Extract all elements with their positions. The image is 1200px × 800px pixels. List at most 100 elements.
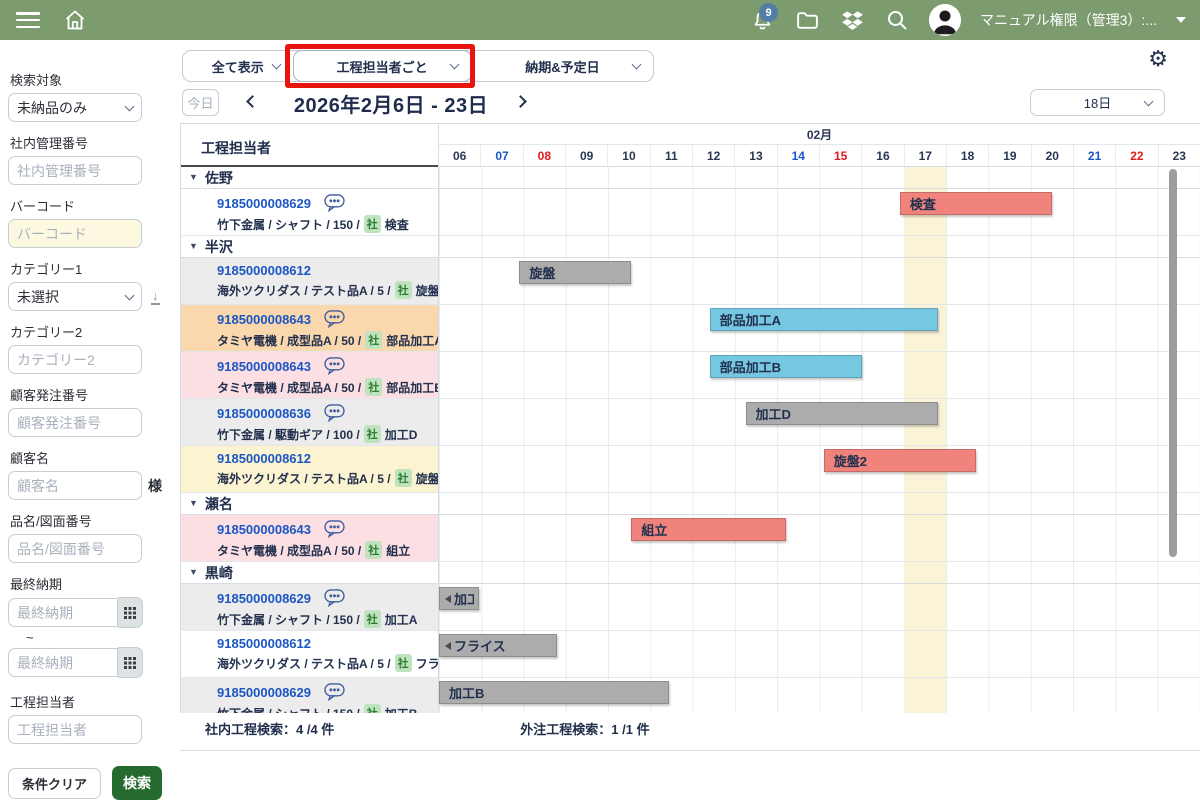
process-row[interactable]: 9185000008612 海外ツクリダス / テスト品A / 5 /社旋盤	[181, 258, 438, 305]
order-number-link[interactable]: 9185000008612	[217, 636, 311, 651]
order-number-link[interactable]: 9185000008612	[217, 451, 311, 466]
internal-process-count: 社内工程検索：4 /4 件	[205, 719, 334, 738]
expand-down-icon[interactable]: ↓	[151, 289, 160, 305]
process-row[interactable]: 9185000008643 タミヤ電機 / 成型品A / 50 /社部品加工A	[181, 305, 438, 352]
gantt-bar[interactable]: 検査	[900, 192, 1052, 215]
customer-name-input[interactable]	[8, 471, 142, 500]
day-cell: 13	[734, 145, 776, 166]
item-name-input[interactable]	[8, 534, 142, 563]
bar-label: 部品加工B	[720, 357, 781, 376]
group-row-sano[interactable]: ▼ 佐野	[181, 167, 438, 189]
dropbox-icon[interactable]	[839, 7, 865, 33]
process-row[interactable]: 9185000008629 竹下金属 / シャフト / 150 /社加工A	[181, 584, 438, 631]
collapse-triangle-icon: ▼	[189, 173, 198, 182]
chevron-down-icon	[449, 60, 459, 70]
collapse-triangle-icon: ▼	[189, 499, 198, 508]
settings-gear-icon[interactable]: ⚙	[1148, 48, 1168, 70]
process-row[interactable]: 9185000008636 竹下金属 / 駆動ギア / 100 /社加工D	[181, 399, 438, 446]
group-row-sena[interactable]: ▼ 瀬名	[181, 493, 438, 515]
chart-row: 部品加工A	[439, 305, 1200, 352]
topbar: 9 マニュアル権限（管理3）:...	[0, 0, 1200, 40]
final-due-to-input[interactable]	[8, 648, 118, 677]
order-number-link[interactable]: 9185000008643	[217, 522, 311, 537]
display-filter-select[interactable]: 全て表示	[183, 51, 293, 81]
comment-icon[interactable]	[324, 589, 345, 607]
comment-icon[interactable]	[324, 683, 345, 701]
category1-label: カテゴリー1	[10, 259, 172, 278]
bar-clip-arrow	[445, 595, 451, 603]
gantt-bar[interactable]: 加工D	[746, 402, 938, 425]
process-row[interactable]: 9185000008643 タミヤ電機 / 成型品A / 50 /社組立	[181, 515, 438, 562]
notifications-bell-icon[interactable]: 9	[749, 7, 775, 33]
calendar-picker-button[interactable]	[118, 597, 143, 628]
period-span-select[interactable]: 18日	[1030, 89, 1165, 116]
comment-icon[interactable]	[324, 194, 345, 212]
category1-select[interactable]: 未選択	[8, 282, 142, 311]
gantt-bar[interactable]: 部品加工A	[710, 308, 938, 331]
process-row[interactable]: 9185000008629 竹下金属 / シャフト / 150 /社検査	[181, 189, 438, 236]
process-row[interactable]: 9185000008612 海外ツクリダス / テスト品A / 5 /社フライス	[181, 631, 438, 678]
comment-icon[interactable]	[324, 520, 345, 538]
day-cell: 15	[819, 145, 861, 166]
customer-suffix-label: 様	[148, 476, 162, 496]
today-button[interactable]: 今日	[182, 89, 219, 116]
process-staff-input[interactable]	[8, 715, 142, 744]
gantt-bar[interactable]: 部品加工B	[710, 355, 862, 378]
process-row[interactable]: 9185000008629 竹下金属 / シャフト / 150 /社加工B	[181, 678, 438, 713]
prev-period-icon[interactable]	[246, 95, 259, 108]
process-row[interactable]: 9185000008612 海外ツクリダス / テスト品A / 5 /社旋盤2	[181, 446, 438, 493]
search-button[interactable]: 検索	[112, 766, 162, 800]
search-target-select[interactable]: 未納品のみ	[8, 93, 142, 122]
chart-row: 加工A	[439, 584, 1200, 631]
process-row[interactable]: 9185000008643 タミヤ電機 / 成型品A / 50 /社部品加工B	[181, 352, 438, 399]
horizontal-scrollbar-track[interactable]	[0, 750, 1200, 751]
gantt-bar[interactable]: 加工A	[439, 587, 479, 610]
final-due-from-input[interactable]	[8, 598, 118, 627]
calendar-picker-button[interactable]	[118, 647, 143, 678]
vertical-scrollbar[interactable]	[1169, 169, 1177, 557]
user-avatar[interactable]	[929, 4, 961, 36]
order-number-link[interactable]: 9185000008643	[217, 359, 311, 374]
order-number-link[interactable]: 9185000008629	[217, 685, 311, 700]
month-header: 02月	[439, 124, 1200, 145]
notification-count-badge: 9	[759, 3, 778, 22]
internal-badge: 社	[364, 704, 381, 713]
next-period-icon[interactable]	[514, 95, 527, 108]
user-permission-label[interactable]: マニュアル権限（管理3）:...	[980, 10, 1157, 30]
barcode-input[interactable]	[8, 219, 142, 248]
gantt-bar[interactable]: 旋盤2	[824, 449, 976, 472]
clear-conditions-button[interactable]: 条件クリア	[8, 768, 101, 799]
folder-icon[interactable]	[794, 7, 820, 33]
comment-icon[interactable]	[324, 310, 345, 328]
day-cell: 23	[1158, 145, 1200, 166]
user-menu-caret-icon[interactable]	[1176, 17, 1186, 23]
group-row-kurosaki[interactable]: ▼ 黒崎	[181, 562, 438, 584]
internal-badge: 社	[395, 654, 412, 672]
comment-icon[interactable]	[324, 357, 345, 375]
customer-order-no-input[interactable]	[8, 408, 142, 437]
category2-input[interactable]	[8, 345, 142, 374]
internal-badge: 社	[364, 425, 381, 443]
order-number-link[interactable]: 9185000008636	[217, 406, 311, 421]
comment-icon[interactable]	[324, 404, 345, 422]
internal-no-input[interactable]	[8, 156, 142, 185]
gantt-bar[interactable]: フライス	[439, 634, 557, 657]
grouping-filter-select[interactable]: 工程担当者ごと	[293, 50, 472, 82]
search-icon[interactable]	[884, 7, 910, 33]
gantt-timeline-panel: 02月 06 07 08 09 10 11 12 13 14 15 16 17 …	[439, 124, 1200, 713]
category2-label: カテゴリー2	[10, 322, 172, 341]
order-number-link[interactable]: 9185000008629	[217, 591, 311, 606]
internal-badge: 社	[365, 331, 382, 349]
order-number-link[interactable]: 9185000008643	[217, 312, 311, 327]
menu-icon[interactable]	[16, 12, 40, 28]
day-cell: 18	[946, 145, 988, 166]
gantt-bar[interactable]: 加工B	[439, 681, 669, 704]
order-number-link[interactable]: 9185000008612	[217, 263, 311, 278]
order-number-link[interactable]: 9185000008629	[217, 196, 311, 211]
gantt-bar[interactable]: 組立	[631, 518, 785, 541]
home-icon[interactable]	[62, 7, 88, 33]
internal-badge: 社	[395, 281, 412, 299]
gantt-bar[interactable]: 旋盤	[519, 261, 631, 284]
group-row-hanzawa[interactable]: ▼ 半沢	[181, 236, 438, 258]
date-type-filter-select[interactable]: 納期&予定日	[472, 51, 653, 81]
